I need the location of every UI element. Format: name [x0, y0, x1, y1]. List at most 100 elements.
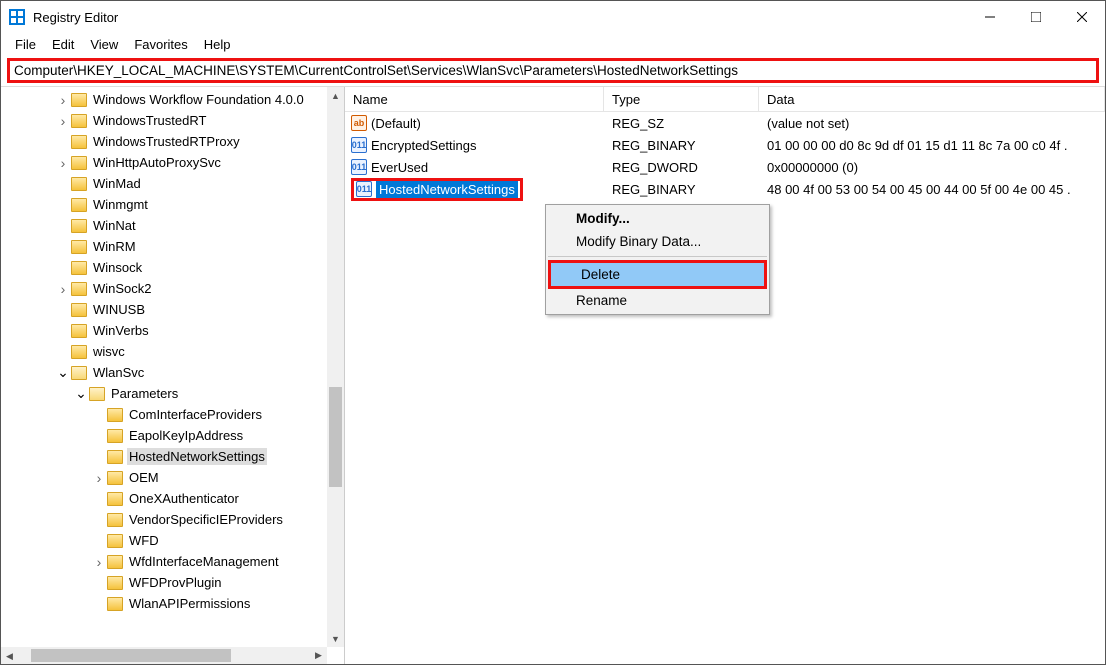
value-data: (value not set): [759, 116, 1105, 131]
tree-item[interactable]: wisvc: [1, 341, 344, 362]
folder-icon: [71, 219, 87, 233]
context-separator: [548, 256, 767, 257]
tree-item[interactable]: WinMad: [1, 173, 344, 194]
context-modify[interactable]: Modify...: [546, 207, 769, 230]
value-row[interactable]: 011EncryptedSettingsREG_BINARY01 00 00 0…: [345, 134, 1105, 156]
tree-item-label: WlanSvc: [91, 364, 146, 381]
column-type[interactable]: Type: [604, 87, 759, 111]
tree-item[interactable]: HostedNetworkSettings: [1, 446, 344, 467]
tree-scrollbar-horizontal[interactable]: ◀ ▶: [1, 647, 327, 664]
menu-help[interactable]: Help: [196, 35, 239, 54]
chevron-down-icon[interactable]: ⌄: [73, 385, 89, 402]
tree-item-label: WindowsTrustedRT: [91, 112, 208, 129]
address-bar[interactable]: Computer\HKEY_LOCAL_MACHINE\SYSTEM\Curre…: [7, 58, 1099, 83]
tree-item[interactable]: ⌄Parameters: [1, 383, 344, 404]
tree-item[interactable]: › OEM: [1, 467, 344, 488]
context-modify-binary[interactable]: Modify Binary Data...: [546, 230, 769, 253]
scroll-left-icon[interactable]: ◀: [1, 648, 18, 664]
chevron-right-icon[interactable]: ›: [91, 554, 107, 570]
context-delete[interactable]: Delete: [551, 263, 764, 286]
chevron-right-icon[interactable]: ›: [91, 470, 107, 486]
chevron-right-icon[interactable]: ›: [55, 155, 71, 171]
value-row[interactable]: 011EverUsedREG_DWORD0x00000000 (0): [345, 156, 1105, 178]
tree-item[interactable]: WFDProvPlugin: [1, 572, 344, 593]
minimize-button[interactable]: [967, 1, 1013, 33]
tree-item[interactable]: OneXAuthenticator: [1, 488, 344, 509]
tree-item-label: WINUSB: [91, 301, 147, 318]
scroll-thumb-horizontal[interactable]: [31, 649, 231, 662]
tree-item-label: OEM: [127, 469, 161, 486]
tree-item[interactable]: ComInterfaceProviders: [1, 404, 344, 425]
tree-item-label: ComInterfaceProviders: [127, 406, 264, 423]
value-row[interactable]: 011HostedNetworkSettingsREG_BINARY48 00 …: [345, 178, 1105, 200]
folder-icon: [107, 534, 123, 548]
tree-item[interactable]: ›WinSock2: [1, 278, 344, 299]
context-rename[interactable]: Rename: [546, 289, 769, 312]
maximize-button[interactable]: [1013, 1, 1059, 33]
folder-icon: [107, 597, 123, 611]
menu-favorites[interactable]: Favorites: [126, 35, 195, 54]
tree-item[interactable]: WinNat: [1, 215, 344, 236]
scroll-right-icon[interactable]: ▶: [310, 647, 327, 664]
folder-icon: [107, 471, 123, 485]
column-headers: Name Type Data: [345, 87, 1105, 112]
tree-item[interactable]: Winsock: [1, 257, 344, 278]
folder-icon: [107, 429, 123, 443]
tree-item-label: WFDProvPlugin: [127, 574, 223, 591]
value-data: 48 00 4f 00 53 00 54 00 45 00 44 00 5f 0…: [759, 182, 1105, 197]
close-button[interactable]: [1059, 1, 1105, 33]
chevron-right-icon[interactable]: ›: [55, 92, 71, 108]
folder-icon: [107, 450, 123, 464]
chevron-right-icon[interactable]: ›: [55, 113, 71, 129]
folder-icon: [71, 324, 87, 338]
tree-item[interactable]: ›WinHttpAutoProxySvc: [1, 152, 344, 173]
folder-icon: [71, 177, 87, 191]
tree-item[interactable]: Winmgmt: [1, 194, 344, 215]
tree-item-label: wisvc: [91, 343, 127, 360]
menu-edit[interactable]: Edit: [44, 35, 82, 54]
scroll-down-icon[interactable]: ▼: [327, 630, 344, 647]
folder-icon: [107, 408, 123, 422]
tree-item[interactable]: EapolKeyIpAddress: [1, 425, 344, 446]
chevron-right-icon[interactable]: ›: [55, 281, 71, 297]
folder-icon: [107, 555, 123, 569]
value-name: HostedNetworkSettings: [376, 181, 518, 198]
folder-icon: [107, 492, 123, 506]
scroll-thumb-vertical[interactable]: [329, 387, 342, 487]
tree-item[interactable]: › WindowsTrustedRT: [1, 110, 344, 131]
tree-item[interactable]: WinRM: [1, 236, 344, 257]
value-row[interactable]: ab(Default)REG_SZ(value not set): [345, 112, 1105, 134]
tree-item[interactable]: ›Windows Workflow Foundation 4.0.0: [1, 89, 344, 110]
values-pane: Name Type Data ab(Default)REG_SZ(value n…: [345, 87, 1105, 664]
tree-item[interactable]: › WfdInterfaceManagement: [1, 551, 344, 572]
tree-item[interactable]: ⌄ WlanSvc: [1, 362, 344, 383]
tree-scrollbar-vertical[interactable]: ▲ ▼: [327, 87, 344, 647]
scroll-up-icon[interactable]: ▲: [327, 87, 344, 104]
title-bar: Registry Editor: [1, 1, 1105, 33]
folder-icon: [89, 387, 105, 401]
folder-icon: [71, 198, 87, 212]
tree-item[interactable]: WINUSB: [1, 299, 344, 320]
column-data[interactable]: Data: [759, 87, 1105, 111]
binary-value-icon: 011: [351, 137, 367, 153]
tree-item[interactable]: WinVerbs: [1, 320, 344, 341]
folder-icon: [71, 240, 87, 254]
tree-item[interactable]: WlanAPIPermissions: [1, 593, 344, 614]
tree-item-label: WfdInterfaceManagement: [127, 553, 281, 570]
window-title: Registry Editor: [33, 10, 967, 25]
tree-item[interactable]: WFD: [1, 530, 344, 551]
menu-file[interactable]: File: [7, 35, 44, 54]
menu-view[interactable]: View: [82, 35, 126, 54]
folder-icon: [71, 282, 87, 296]
chevron-down-icon[interactable]: ⌄: [55, 364, 71, 381]
tree-item[interactable]: VendorSpecificIEProviders: [1, 509, 344, 530]
tree-item-label: WinNat: [91, 217, 138, 234]
folder-icon: [71, 135, 87, 149]
column-name[interactable]: Name: [345, 87, 604, 111]
binary-value-icon: 011: [356, 181, 372, 197]
tree-item-label: WFD: [127, 532, 161, 549]
tree-item-label: Winmgmt: [91, 196, 150, 213]
tree-item[interactable]: WindowsTrustedRTProxy: [1, 131, 344, 152]
tree-item-label: WinVerbs: [91, 322, 151, 339]
tree-pane: ›Windows Workflow Foundation 4.0.0›Windo…: [1, 87, 345, 664]
